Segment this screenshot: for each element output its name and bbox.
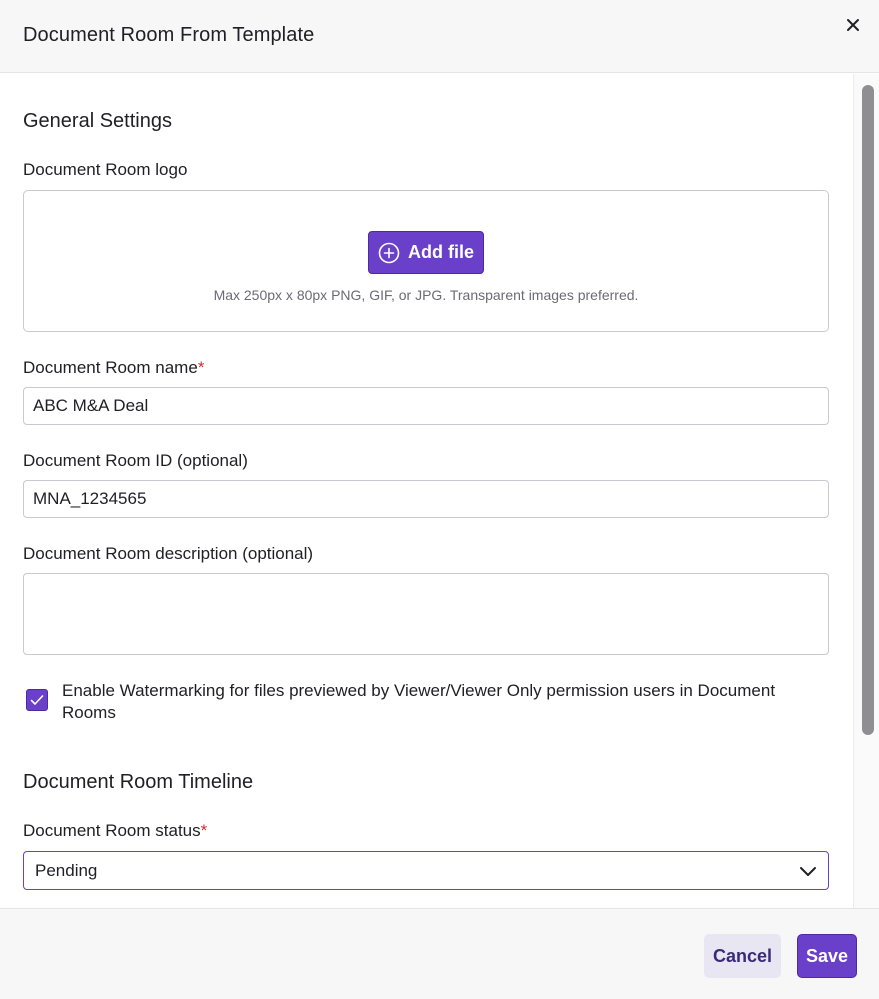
- watermark-label: Enable Watermarking for files previewed …: [62, 681, 776, 722]
- add-file-button[interactable]: Add file: [368, 231, 484, 274]
- scrollbar-thumb[interactable]: [862, 85, 874, 735]
- dialog-footer: Cancel Save: [0, 908, 879, 999]
- add-file-label: Add file: [408, 242, 474, 262]
- room-id-input[interactable]: [23, 480, 829, 518]
- timeline-heading: Document Room Timeline: [23, 771, 254, 793]
- logo-hint: Max 250px x 80px PNG, GIF, or JPG. Trans…: [213, 287, 639, 303]
- status-label-text: Document Room status: [23, 821, 201, 840]
- room-name-label: Document Room name*: [23, 358, 204, 378]
- chevron-down-icon: [798, 862, 818, 880]
- general-settings-heading: General Settings: [23, 110, 172, 132]
- dialog-title: Document Room From Template: [23, 24, 315, 46]
- status-label: Document Room status*: [23, 821, 207, 841]
- required-mark: *: [200, 821, 208, 840]
- status-select[interactable]: Pending: [23, 851, 829, 890]
- plus-circle-icon: [378, 242, 400, 264]
- room-id-label: Document Room ID (optional): [23, 451, 248, 470]
- logo-dropzone[interactable]: Add file Max 250px x 80px PNG, GIF, or J…: [23, 190, 829, 332]
- watermark-checkbox[interactable]: [26, 689, 48, 711]
- save-button[interactable]: Save: [797, 934, 857, 978]
- check-icon: [30, 694, 44, 706]
- document-room-dialog: Document Room From Template General Sett…: [0, 0, 879, 999]
- close-icon[interactable]: [842, 14, 864, 36]
- logo-label: Document Room logo: [23, 160, 188, 179]
- room-name-input[interactable]: [23, 387, 829, 425]
- dialog-header: Document Room From Template: [0, 0, 879, 73]
- description-label: Document Room description (optional): [23, 544, 314, 563]
- required-mark: *: [197, 358, 205, 377]
- dialog-body[interactable]: General Settings Document Room logo Add …: [0, 74, 853, 908]
- scrollbar-track[interactable]: [853, 74, 879, 908]
- room-name-label-text: Document Room name: [23, 358, 198, 377]
- status-selected-value: Pending: [35, 861, 98, 880]
- description-textarea[interactable]: [23, 573, 829, 655]
- cancel-button[interactable]: Cancel: [704, 934, 781, 978]
